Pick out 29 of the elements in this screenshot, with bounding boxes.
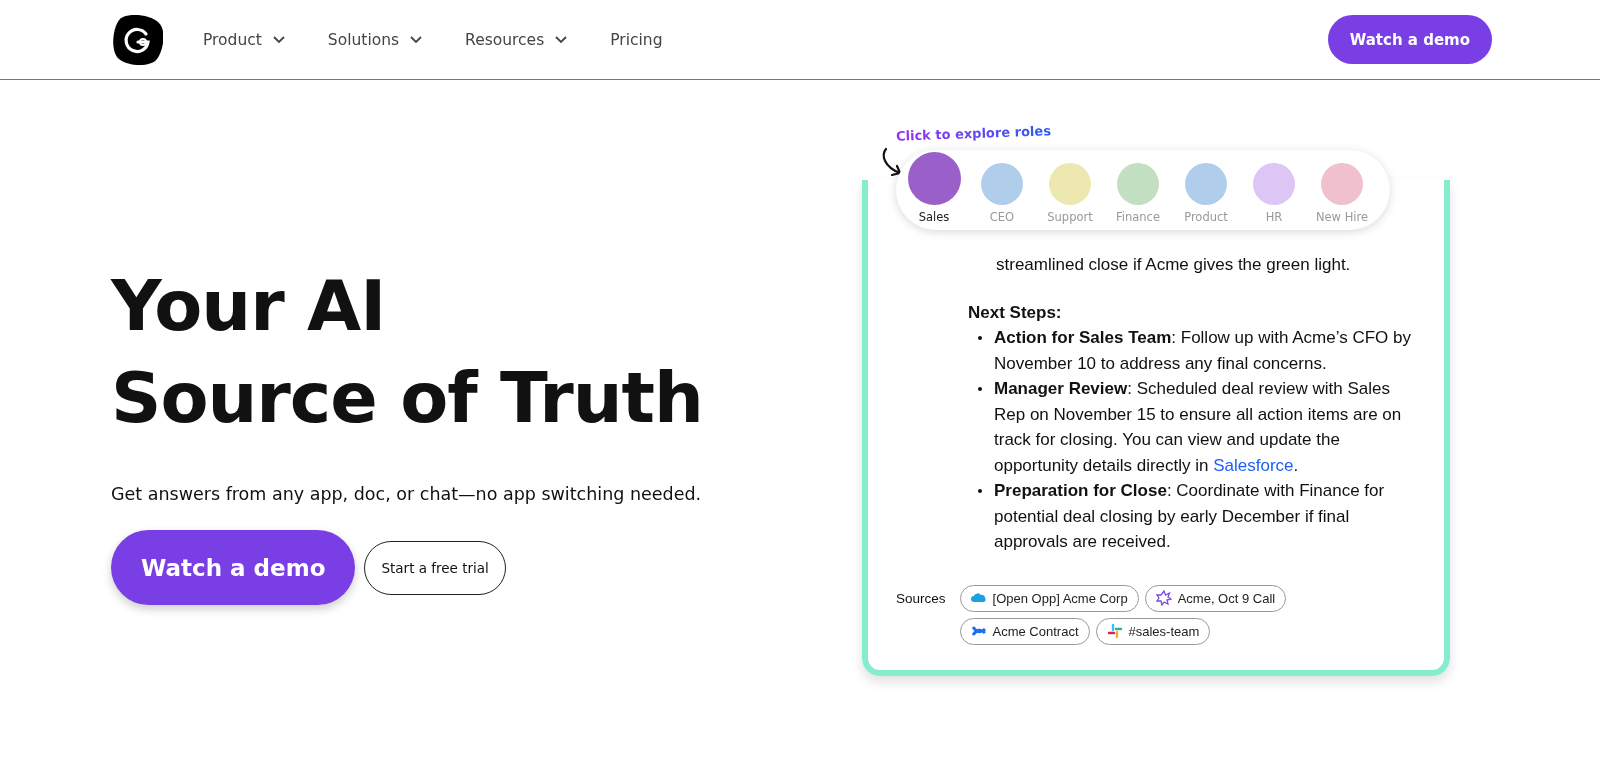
source-chip[interactable]: Acme Contract <box>959 617 1090 645</box>
nav-menu-item[interactable]: Product <box>203 30 286 49</box>
starburst-icon <box>1155 590 1172 606</box>
role-tab[interactable]: Sales <box>906 152 962 224</box>
bullet-icon <box>978 336 982 340</box>
sources-label: Sources <box>896 589 946 606</box>
salesforce-link[interactable]: Salesforce <box>1213 455 1294 475</box>
bullet-icon <box>978 387 982 391</box>
bullet-text: Preparation for Close: Coordinate with Finance for potential deal closing by early December if final approvals are received. <box>994 480 1386 553</box>
nav-menu-item[interactable]: Resources <box>465 30 569 49</box>
section-heading: Next Steps: <box>968 301 1063 324</box>
bullet-icon <box>978 489 982 493</box>
free-trial-button[interactable]: Start a free trial <box>364 540 506 595</box>
watch-demo-button[interactable]: Watch a demo <box>111 530 356 605</box>
nav-menu-item[interactable]: Pricing <box>610 30 663 49</box>
logo-icon[interactable] <box>111 13 163 66</box>
source-chip[interactable]: Acme, Oct 9 Call <box>1144 584 1287 612</box>
watch-demo-button[interactable]: Watch a demo <box>1327 15 1492 64</box>
hash-icon <box>1106 623 1123 639</box>
nav-menu-item[interactable]: Solutions <box>327 30 424 49</box>
source-chip[interactable]: #sales-team <box>1095 617 1211 645</box>
source-chip[interactable]: [Open Opp] Acme Corp <box>959 584 1139 612</box>
bullet-text: Manager Review: Scheduled deal review with Sales Rep on November 15 to ensure all action items are on track for closing. You can view and update the opportunity details directly in Salesforce. <box>994 378 1403 477</box>
cross-icon <box>970 623 987 639</box>
hero-title: Your AI Source of Truth <box>111 264 704 441</box>
bullet-text: Action for Sales Team: Follow up with Acme’s CFO by November 10 to address any final concerns. <box>994 327 1412 375</box>
hero-subtitle: Get answers from any app, doc, or chat—no app switching needed. <box>111 484 703 504</box>
hint-label: Click to explore roles <box>895 123 1052 144</box>
answer-text: streamlined close if Acme gives the green light. <box>996 254 1352 276</box>
